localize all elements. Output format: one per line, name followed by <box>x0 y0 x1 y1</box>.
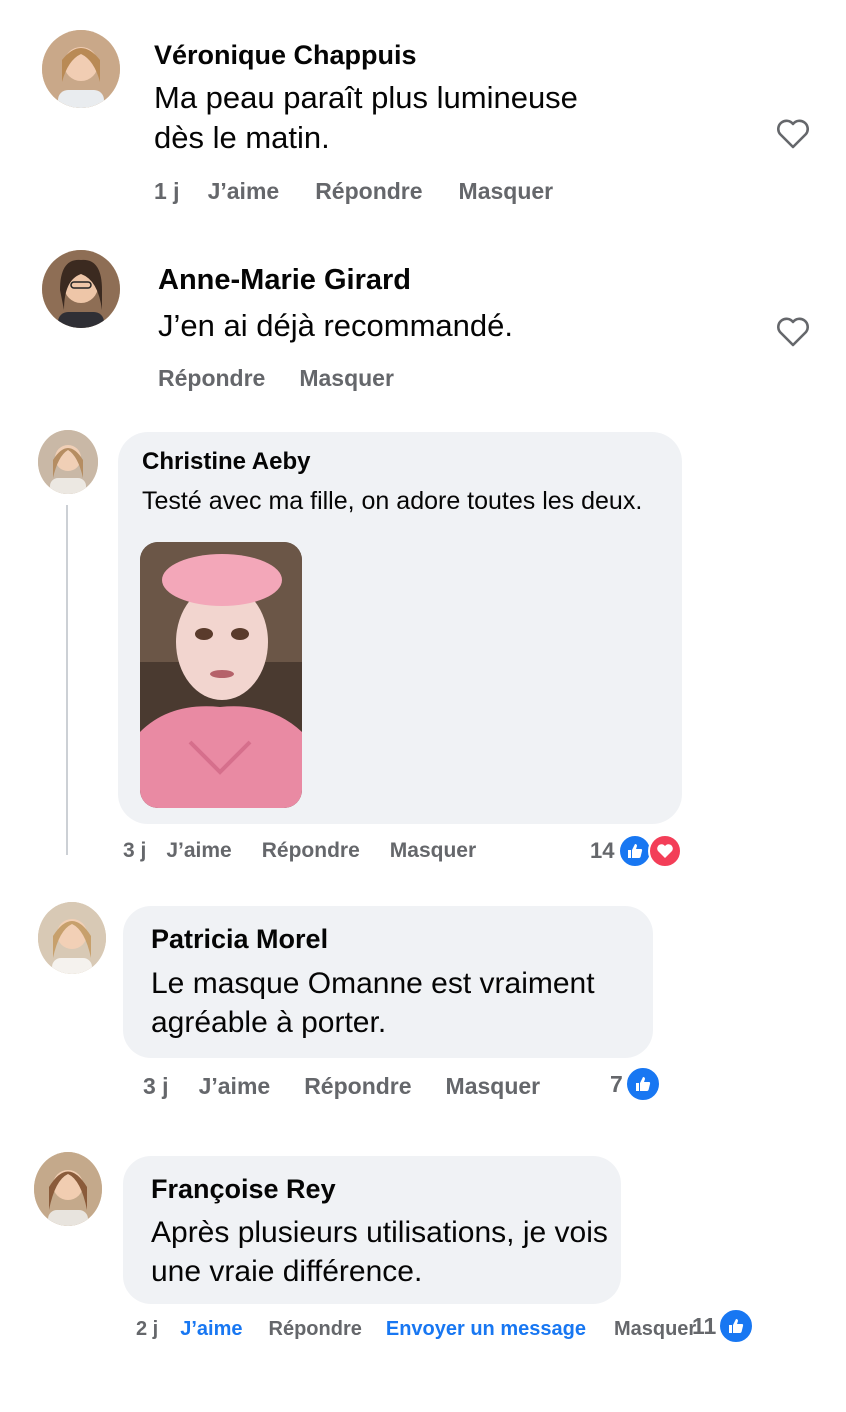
heart-icon[interactable] <box>776 316 810 348</box>
thread-line <box>66 505 68 855</box>
reaction-summary[interactable]: 11 <box>692 1308 755 1344</box>
reply-button[interactable]: Répondre <box>158 365 265 392</box>
avatar[interactable] <box>34 1152 102 1226</box>
reaction-count: 7 <box>610 1070 623 1097</box>
comment-text-line: Après plusieurs utilisations, je vois <box>151 1216 608 1249</box>
reaction-count: 11 <box>692 1312 717 1339</box>
reaction-summary[interactable]: 7 <box>610 1066 661 1102</box>
thumbs-up-icon <box>624 1066 661 1102</box>
heart-reaction-icon <box>648 834 683 868</box>
comment-actions: 1 j J’aime Répondre Masquer <box>154 178 553 205</box>
comment-text: Le masque Omanne est vraiment agréable à… <box>151 964 595 1042</box>
reply-button[interactable]: Répondre <box>315 178 422 205</box>
hide-button[interactable]: Masquer <box>459 178 554 205</box>
reaction-summary[interactable]: 14 <box>590 834 683 868</box>
thumbs-up-icon <box>718 1308 755 1344</box>
timestamp: 2 j <box>136 1318 159 1340</box>
timestamp: 1 j <box>154 178 180 204</box>
comment-text-line: Ma peau paraît plus lumineuse <box>154 80 578 115</box>
comment-text-line: J’en ai déjà recommandé. <box>158 308 513 343</box>
comment-author[interactable]: Anne-Marie Girard <box>158 264 411 297</box>
reply-button[interactable]: Répondre <box>269 1318 362 1341</box>
comment-photo[interactable] <box>140 542 302 808</box>
avatar[interactable] <box>42 250 120 328</box>
avatar[interactable] <box>38 430 98 494</box>
comment-author[interactable]: Christine Aeby <box>142 448 310 476</box>
thumbs-up-icon <box>618 834 653 868</box>
comment-actions: 3 j J’aime Répondre Masquer <box>143 1073 540 1100</box>
comment-text-line: agréable à porter. <box>151 1006 387 1039</box>
comment-author[interactable]: Véronique Chappuis <box>154 40 417 71</box>
comment-text: J’en ai déjà recommandé. <box>158 306 513 346</box>
timestamp: 3 j <box>143 1073 169 1099</box>
comment-author[interactable]: Françoise Rey <box>151 1174 336 1205</box>
comment-text-line: une vraie différence. <box>151 1255 423 1288</box>
comment-text-line: Le masque Omanne est vraiment <box>151 967 595 1000</box>
like-button[interactable]: J’aime <box>199 1073 271 1100</box>
avatar[interactable] <box>38 902 106 974</box>
reply-button[interactable]: Répondre <box>262 839 360 863</box>
like-button[interactable]: J’aime <box>166 839 231 863</box>
avatar[interactable] <box>42 30 120 108</box>
comment-text: Ma peau paraît plus lumineuse dès le mat… <box>154 78 578 159</box>
comment-text: Après plusieurs utilisations, je vois un… <box>151 1213 608 1291</box>
like-button[interactable]: J’aime <box>208 178 280 205</box>
comment-actions: 3 j J’aime Répondre Masquer <box>123 839 476 863</box>
reaction-count: 14 <box>590 838 615 863</box>
comment-text-line: dès le matin. <box>154 120 330 156</box>
comment-text-line: Testé avec ma fille, on adore toutes les… <box>142 487 643 515</box>
hide-button[interactable]: Masquer <box>446 1073 541 1100</box>
send-message-button[interactable]: Envoyer un message <box>386 1318 586 1341</box>
comment-actions: 2 j J’aime Répondre Envoyer un message M… <box>136 1318 696 1341</box>
comment-author[interactable]: Patricia Morel <box>151 924 328 955</box>
reply-button[interactable]: Répondre <box>304 1073 411 1100</box>
like-button[interactable]: J’aime <box>180 1318 242 1341</box>
heart-icon[interactable] <box>776 118 810 150</box>
comment-text: Testé avec ma fille, on adore toutes les… <box>142 485 642 518</box>
hide-button[interactable]: Masquer <box>390 839 476 863</box>
hide-button[interactable]: Masquer <box>614 1318 696 1341</box>
comment-actions: Répondre Masquer <box>158 365 394 392</box>
timestamp: 3 j <box>123 839 147 862</box>
hide-button[interactable]: Masquer <box>299 365 394 392</box>
